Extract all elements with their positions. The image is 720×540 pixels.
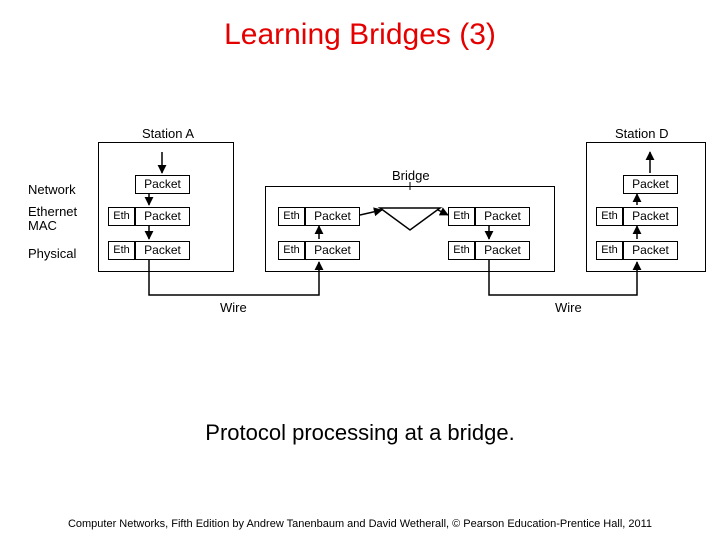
slide-footer: Computer Networks, Fifth Edition by Andr…: [0, 518, 720, 530]
slide-title: Learning Bridges (3): [0, 18, 720, 52]
diagram-arrows: [0, 100, 720, 360]
slide-caption: Protocol processing at a bridge.: [0, 420, 720, 446]
diagram-stage: Network Ethernet MAC Physical Station A …: [0, 100, 720, 360]
